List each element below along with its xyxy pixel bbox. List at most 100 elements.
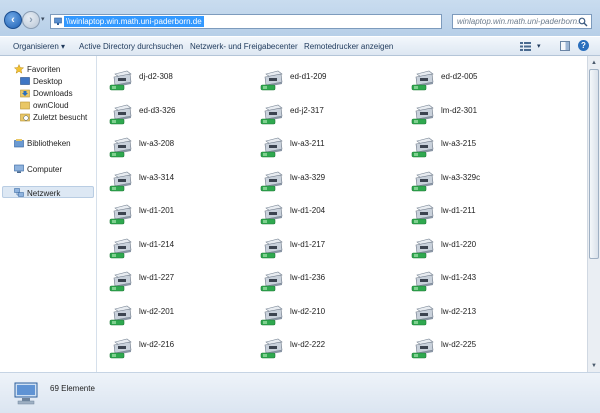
network-printer-icon xyxy=(411,238,434,258)
vertical-scrollbar[interactable]: ▲ ▼ xyxy=(587,56,600,372)
view-dropdown-chevron-icon[interactable]: ▾ xyxy=(537,42,541,50)
network-printer-icon xyxy=(260,137,283,158)
printer-label: lw-d1-217 xyxy=(290,239,326,249)
star-icon xyxy=(14,64,24,74)
printer-label: lw-a3-329 xyxy=(290,172,326,182)
printer-label: lw-a3-314 xyxy=(139,172,175,182)
printer-label: lw-d1-214 xyxy=(139,239,175,249)
printer-item[interactable]: lw-d2-222 xyxy=(260,336,400,362)
organize-button[interactable]: Organisieren ▾ xyxy=(13,42,65,51)
printer-item[interactable]: ed-j2-317 xyxy=(260,102,400,128)
network-printer-icon xyxy=(109,204,132,225)
scroll-up-arrow-icon[interactable]: ▲ xyxy=(589,57,599,68)
network-printer-icon xyxy=(109,104,132,124)
back-button[interactable]: ‹ xyxy=(4,11,22,29)
help-icon[interactable]: ? xyxy=(578,40,589,51)
network-printer-icon xyxy=(109,338,132,359)
printer-label: lw-d2-225 xyxy=(441,340,477,349)
printer-label: lw-d1-236 xyxy=(290,273,326,282)
network-printer-icon xyxy=(411,137,434,158)
recent-pages-chevron-icon[interactable]: ▾ xyxy=(41,15,45,23)
network-folder-icon xyxy=(54,17,62,25)
printer-label: lw-d2-216 xyxy=(139,340,175,349)
forward-button[interactable]: › xyxy=(22,11,40,29)
active-directory-button[interactable]: Active Directory durchsuchen xyxy=(79,42,183,51)
sidebar-label-network: Netzwerk xyxy=(27,189,61,198)
network-printer-icon xyxy=(109,171,132,191)
printer-label: lw-a3-211 xyxy=(290,139,325,148)
explorer-window: ‹ › ▾ \\winlaptop.win.math.uni-paderborn… xyxy=(0,0,600,413)
printer-item[interactable]: lw-a3-215 xyxy=(411,135,551,161)
printer-label: lw-d1-204 xyxy=(290,206,326,215)
printer-label: lw-d1-211 xyxy=(441,206,476,215)
printer-item[interactable]: lw-a3-208 xyxy=(109,135,249,161)
sidebar-label-owncloud: ownCloud xyxy=(33,101,69,110)
network-icon xyxy=(14,188,24,197)
printer-item[interactable]: lw-d1-220 xyxy=(411,236,551,262)
network-printer-icon xyxy=(260,271,283,292)
network-printer-icon xyxy=(411,271,434,292)
printer-item[interactable]: lw-d1-217 xyxy=(260,236,400,262)
network-printer-icon xyxy=(260,204,283,225)
sidebar-label-libraries: Bibliotheken xyxy=(27,139,71,148)
printer-item[interactable]: lm-d2-301 xyxy=(411,102,551,128)
search-icon[interactable] xyxy=(578,17,588,27)
computer-icon xyxy=(14,164,24,173)
printer-label: lw-d1-201 xyxy=(139,206,175,215)
network-printer-icon xyxy=(109,238,132,258)
printer-label: ed-d3-326 xyxy=(139,105,176,115)
printer-label: lw-a3-208 xyxy=(139,139,175,148)
printer-label: lw-d2-213 xyxy=(441,306,477,316)
printer-label: lm-d2-301 xyxy=(441,105,478,115)
recent-places-icon xyxy=(20,113,30,122)
sidebar-label-downloads: Downloads xyxy=(33,89,73,98)
printer-item[interactable]: dj-d2-308 xyxy=(109,68,249,94)
address-path[interactable]: \\winlaptop.win.math.uni-paderborn.de xyxy=(64,16,204,27)
printer-label: lw-a3-329c xyxy=(441,172,481,182)
search-field[interactable]: winlaptop.win.math.uni-paderborn.d... xyxy=(452,14,592,29)
network-printer-icon xyxy=(109,271,132,292)
printer-item[interactable]: lw-d1-204 xyxy=(260,202,400,228)
printer-item[interactable]: lw-a3-211 xyxy=(260,135,400,161)
file-list: dj-d2-308 ed-d1-209 ed-d2-005 ed-d3-326 ed-j… xyxy=(97,56,587,372)
address-row: ‹ › ▾ \\winlaptop.win.math.uni-paderborn… xyxy=(0,0,600,36)
printer-item[interactable]: lw-d1-243 xyxy=(411,269,551,295)
printer-item[interactable]: lw-d1-201 xyxy=(109,202,249,228)
printer-item[interactable]: ed-d2-005 xyxy=(411,68,551,94)
printer-item[interactable]: lw-d1-236 xyxy=(260,269,400,295)
scroll-thumb[interactable] xyxy=(589,69,599,259)
printer-item[interactable]: lw-d2-216 xyxy=(109,336,249,362)
printer-item[interactable]: ed-d3-326 xyxy=(109,102,249,128)
printer-item[interactable]: ed-d1-209 xyxy=(260,68,400,94)
command-bar: Organisieren ▾ Active Directory durchsuc… xyxy=(0,36,600,56)
network-printer-icon xyxy=(260,338,283,359)
network-printer-icon xyxy=(411,305,434,325)
printer-item[interactable]: lw-d1-214 xyxy=(109,236,249,262)
printer-item[interactable]: lw-d2-225 xyxy=(411,336,551,362)
address-field[interactable]: \\winlaptop.win.math.uni-paderborn.de ⟳ xyxy=(50,14,491,29)
printer-item[interactable]: lw-d1-211 xyxy=(411,202,551,228)
sidebar-label-recent: Zuletzt besucht xyxy=(33,113,88,122)
network-printer-icon xyxy=(260,171,283,191)
preview-pane-icon[interactable] xyxy=(560,41,570,51)
printer-item[interactable]: lw-d1-227 xyxy=(109,269,249,295)
network-printer-icon xyxy=(411,204,434,225)
details-pane: 69 Elemente xyxy=(0,372,600,413)
printer-item[interactable]: lw-a3-329c xyxy=(411,169,551,195)
printer-item[interactable]: lw-d2-201 xyxy=(109,303,249,329)
view-options-icon[interactable] xyxy=(520,42,531,51)
printer-item[interactable]: lw-d2-213 xyxy=(411,303,551,329)
network-printer-icon xyxy=(411,171,434,191)
search-placeholder[interactable]: winlaptop.win.math.uni-paderborn.d... xyxy=(457,17,579,26)
network-printer-icon xyxy=(411,338,434,359)
network-printer-icon xyxy=(260,238,283,258)
printer-item[interactable]: lw-a3-314 xyxy=(109,169,249,195)
scroll-down-arrow-icon[interactable]: ▼ xyxy=(589,360,599,371)
printer-label: lw-d2-201 xyxy=(139,306,175,316)
printer-label: lw-d1-227 xyxy=(139,273,175,282)
printer-item[interactable]: lw-a3-329 xyxy=(260,169,400,195)
printer-item[interactable]: lw-d2-210 xyxy=(260,303,400,329)
printer-label: lw-d1-220 xyxy=(441,239,477,249)
network-center-button[interactable]: Netzwerk- und Freigabecenter xyxy=(190,42,298,51)
remote-printer-button[interactable]: Remotedrucker anzeigen xyxy=(304,42,393,51)
